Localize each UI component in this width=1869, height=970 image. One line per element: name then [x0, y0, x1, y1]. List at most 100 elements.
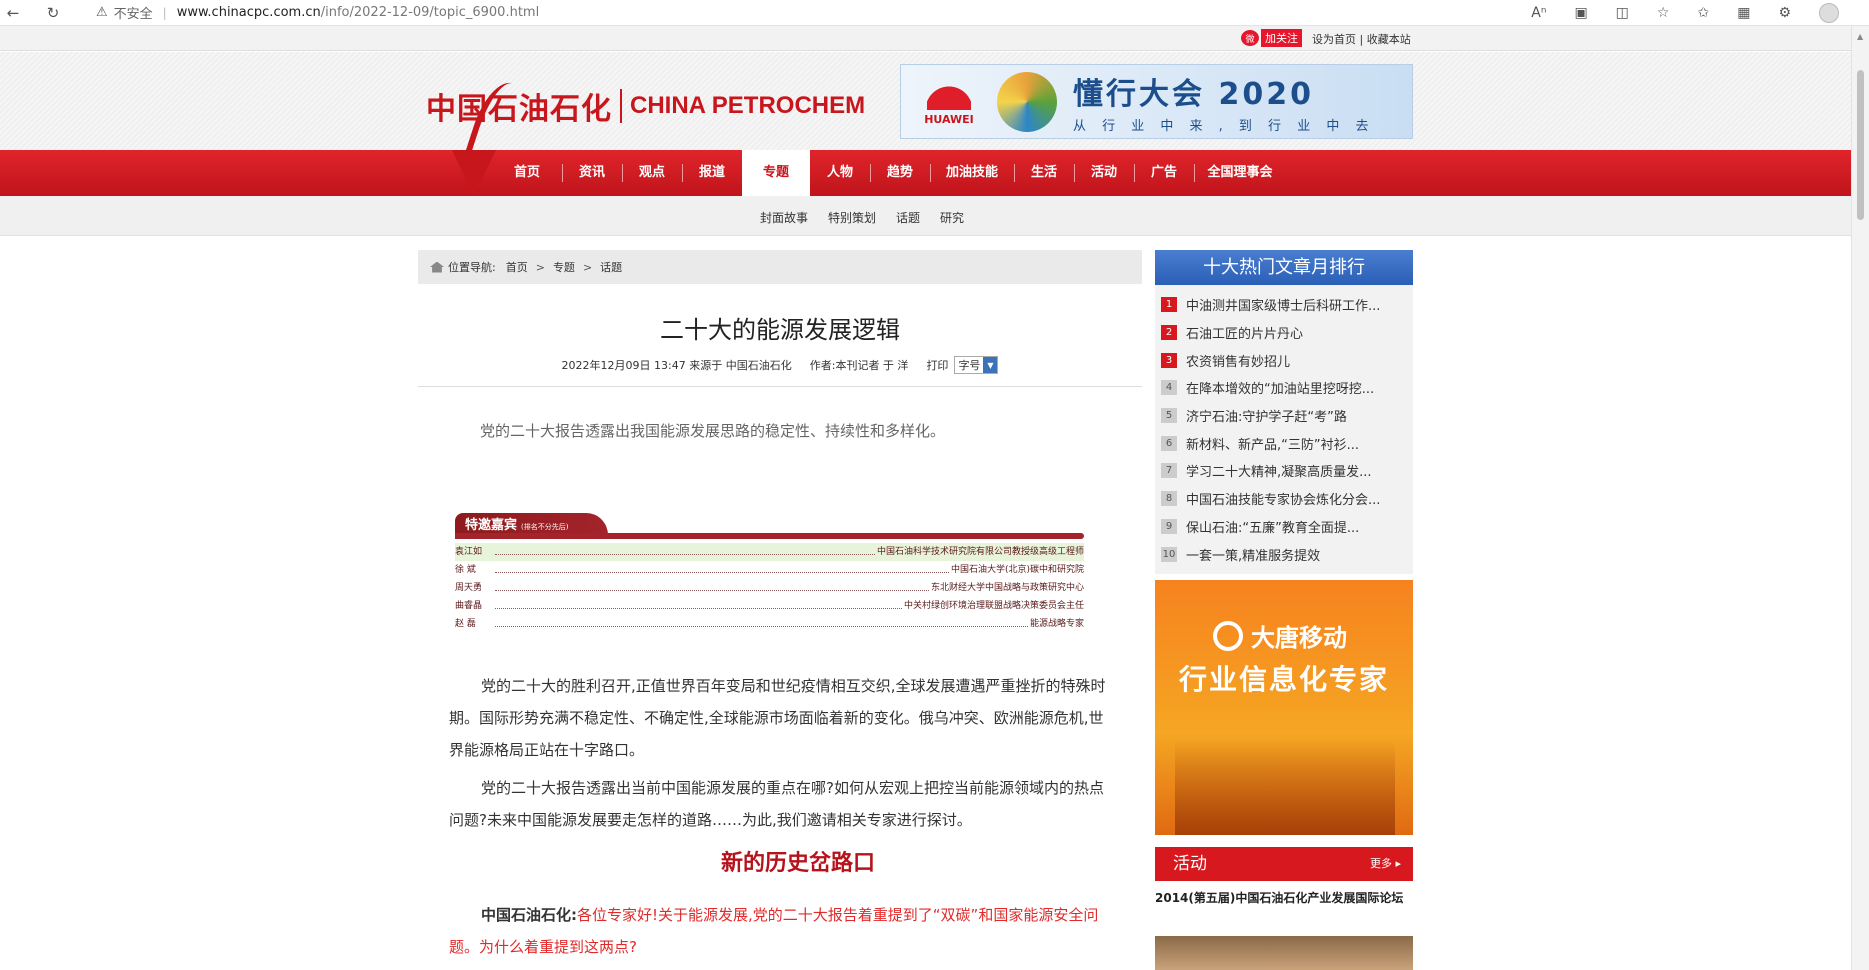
read-aloud-icon[interactable]: Aⁿ: [1531, 5, 1546, 21]
nav-opinion[interactable]: 观点: [622, 150, 682, 196]
reader-view-icon[interactable]: ▣: [1574, 5, 1587, 21]
nav-activity[interactable]: 活动: [1074, 150, 1134, 196]
browser-tools: Aⁿ ▣ ◫ ☆ ✩ ▦ ⚙: [1531, 0, 1839, 26]
hot-article-link[interactable]: 学习二十大精神,凝聚高质量发...: [1186, 461, 1372, 480]
hot-article-link[interactable]: 一套一策,精准服务提效: [1186, 545, 1320, 564]
breadcrumb: 位置导航: 首页 > 专题 > 话题: [418, 250, 1142, 284]
huawei-banner-ad[interactable]: HUAWEI 懂行大会 2020 从 行 业 中 来 , 到 行 业 中 去: [900, 64, 1413, 139]
split-screen-icon[interactable]: ◫: [1616, 5, 1629, 21]
guest-row: 曲睿晶 中关村绿创环境治理联盟战略决策委员会主任: [455, 597, 1084, 615]
guest-name: 周天勇: [455, 583, 483, 593]
guest-org: 中国石油科学技术研究院有限公司教授级高级工程师: [876, 547, 1084, 557]
security-label[interactable]: 不安全: [114, 3, 153, 22]
favorite-star-icon[interactable]: ☆: [1657, 5, 1670, 21]
activity-thumbnail[interactable]: [1155, 936, 1413, 970]
favorites-icon[interactable]: ✩: [1697, 5, 1709, 21]
hot-article-link[interactable]: 在降本增效的“加油站里挖呀挖...: [1186, 378, 1374, 397]
nav-home[interactable]: 首页: [492, 150, 562, 196]
reload-icon[interactable]: ↻: [40, 4, 66, 22]
hot-article-link[interactable]: 农资销售有妙招儿: [1186, 351, 1290, 370]
site-logo[interactable]: 中国石油石化 CHINA PETROCHEM: [426, 84, 865, 128]
nav-council[interactable]: 全国理事会: [1194, 150, 1286, 196]
article-author: 作者:本刊记者 于 洋: [809, 359, 909, 372]
hot-article-item[interactable]: 3 农资销售有妙招儿: [1155, 346, 1413, 374]
nav-trend[interactable]: 趋势: [870, 150, 930, 196]
guest-name: 徐 斌: [455, 565, 476, 575]
collections-icon[interactable]: ▦: [1737, 5, 1750, 21]
huawei-logo: HUAWEI: [901, 77, 997, 126]
nav-ads[interactable]: 广告: [1134, 150, 1194, 196]
article-paragraph: 党的二十大报告透露出当前中国能源发展的重点在哪?如何从宏观上把控当前能源领域内的…: [449, 779, 1104, 829]
print-link[interactable]: 打印: [926, 357, 948, 373]
nav-report[interactable]: 报道: [682, 150, 742, 196]
hot-article-item[interactable]: 7 学习二十大精神,凝聚高质量发...: [1155, 457, 1413, 485]
subnav-topic[interactable]: 话题: [896, 209, 920, 226]
main-nav: 首页 资讯 观点 报道 专题 人物 趋势 加油技能 生活 活动 广告 全国理事会: [0, 150, 1851, 196]
nav-news[interactable]: 资讯: [562, 150, 622, 196]
scroll-up-icon[interactable]: ▲: [1857, 32, 1863, 41]
guest-name: 赵 磊: [455, 619, 476, 629]
profile-avatar[interactable]: [1819, 3, 1839, 23]
nav-life[interactable]: 生活: [1014, 150, 1074, 196]
article-date: 2022年12月09日 13:47: [561, 359, 686, 372]
guest-name: 袁江如: [455, 547, 483, 557]
activity-header: 活动 更多 ▸: [1155, 847, 1413, 881]
datang-mobile-ad[interactable]: 大唐移动 行业信息化专家: [1155, 580, 1413, 835]
hot-article-item[interactable]: 6 新材料、新产品,“三防”衬衫...: [1155, 429, 1413, 457]
more-link[interactable]: 更多 ▸: [1370, 847, 1401, 881]
top-links[interactable]: 设为首页 | 收藏本站: [1312, 31, 1411, 47]
guest-title: 特邀嘉宾: [465, 518, 518, 533]
breadcrumb-topic[interactable]: 专题: [553, 259, 575, 275]
hot-article-item[interactable]: 8 中国石油技能专家协会炼化分会...: [1155, 485, 1413, 513]
hot-article-item[interactable]: 1 中油测井国家级博士后科研工作...: [1155, 291, 1413, 319]
font-size-select[interactable]: 字号 ▼: [954, 356, 999, 374]
follow-button[interactable]: 加关注: [1261, 29, 1302, 47]
qa-question: 中国石油石化:各位专家好!关于能源发展,党的二十大报告着重提到了“双碳”和国家能…: [449, 899, 1109, 963]
hot-article-item[interactable]: 9 保山石油:“五廉”教育全面提...: [1155, 513, 1413, 541]
hot-article-link[interactable]: 石油工匠的片片丹心: [1186, 323, 1303, 342]
hot-article-item[interactable]: 2 石油工匠的片片丹心: [1155, 319, 1413, 347]
guest-org: 东北财经大学中国战略与政策研究中心: [930, 583, 1084, 593]
subnav-cover-story[interactable]: 封面故事: [760, 209, 808, 226]
extensions-icon[interactable]: ⚙: [1778, 5, 1791, 21]
address-bar[interactable]: www.chinacpc.com.cn/info/2022-12-09/topi…: [177, 5, 539, 20]
warning-icon[interactable]: ⚠: [96, 5, 108, 20]
article-meta: 2022年12月09日 13:47 来源于 中国石油石化 作者:本刊记者 于 洋…: [418, 356, 1142, 374]
subnav-research[interactable]: 研究: [940, 209, 964, 226]
scrollbar-thumb[interactable]: [1857, 70, 1864, 220]
hot-article-item[interactable]: 5 济宁石油:守护学子赶“考”路: [1155, 402, 1413, 430]
breadcrumb-home[interactable]: 首页: [506, 259, 528, 275]
hot-article-item[interactable]: 4 在降本增效的“加油站里挖呀挖...: [1155, 374, 1413, 402]
hot-articles-title: 十大热门文章月排行: [1155, 250, 1413, 285]
hot-article-link[interactable]: 济宁石油:守护学子赶“考”路: [1186, 406, 1347, 425]
rank-badge: 7: [1161, 463, 1177, 479]
nav-people[interactable]: 人物: [810, 150, 870, 196]
subnav-special[interactable]: 特别策划: [828, 209, 876, 226]
hot-article-link[interactable]: 保山石油:“五廉”教育全面提...: [1186, 517, 1359, 536]
back-icon[interactable]: ←: [0, 4, 26, 22]
rank-badge: 10: [1161, 546, 1177, 562]
globe-icon: [997, 71, 1057, 132]
activity-item-link[interactable]: 2014(第五届)中国石油石化产业发展国际论坛: [1155, 890, 1413, 907]
banner-title: 懂行大会 2020: [1073, 77, 1314, 112]
rank-badge: 8: [1161, 491, 1177, 507]
hot-article-item[interactable]: 10 一套一策,精准服务提效: [1155, 540, 1413, 568]
nav-topic[interactable]: 专题: [742, 150, 810, 196]
banner-subtitle: 从 行 业 中 来 , 到 行 业 中 去: [1073, 119, 1375, 134]
guest-header-line: [455, 533, 1084, 539]
page-scrollbar[interactable]: ▲: [1851, 26, 1869, 970]
guest-note: (排名不分先后): [521, 523, 569, 531]
hot-article-link[interactable]: 中油测井国家级博士后科研工作...: [1186, 295, 1380, 314]
nav-fuel-skills[interactable]: 加油技能: [930, 150, 1014, 196]
hot-article-link[interactable]: 中国石油技能专家协会炼化分会...: [1186, 489, 1380, 508]
rank-badge: 3: [1161, 352, 1177, 368]
weibo-icon: 微: [1241, 30, 1259, 46]
hot-article-link[interactable]: 新材料、新产品,“三防”衬衫...: [1186, 434, 1359, 453]
guest-row: 徐 斌 中国石油大学(北京)碳中和研究院: [455, 561, 1084, 579]
weibo-follow[interactable]: 微 加关注: [1241, 29, 1302, 47]
ad-brand-text: 大唐移动: [1251, 624, 1347, 652]
article-source: 来源于 中国石油石化: [689, 359, 792, 372]
browser-toolbar: ← ↻ ⚠ 不安全 | www.chinacpc.com.cn/info/202…: [0, 0, 1869, 26]
rank-badge: 4: [1161, 380, 1177, 396]
breadcrumb-subtopic[interactable]: 话题: [600, 259, 622, 275]
